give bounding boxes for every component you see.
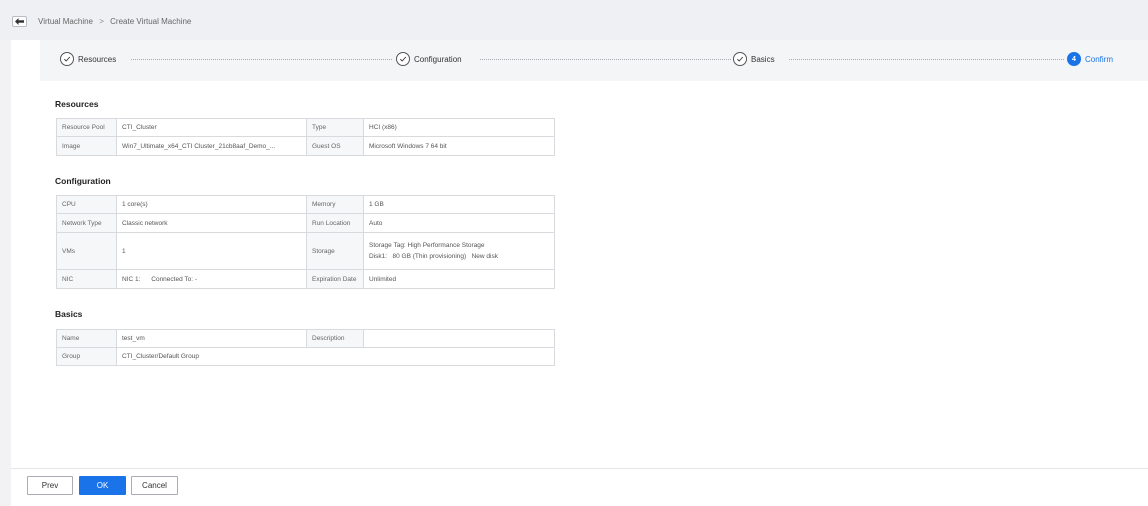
prev-button[interactable]: Prev [27,476,73,495]
footer-divider [11,468,1148,469]
image-label: Image [56,136,117,156]
step-label: Resources [78,54,117,64]
table-row: Image Win7_Ultimate_x64_CTI Cluster_21cb… [56,136,555,156]
run-location-value: Auto [363,213,555,233]
name-label: Name [56,329,117,348]
basics-table: Name test_vm Description Group CTI_Clust… [56,329,555,366]
table-row: Group CTI_Cluster/Default Group [56,347,555,366]
check-circle-icon [396,52,410,66]
back-button[interactable] [12,16,27,27]
table-row: VMs 1 Storage Storage Tag: High Performa… [56,232,555,270]
description-value [363,329,555,348]
run-location-label: Run Location [306,213,364,233]
table-row: Resource Pool CTI_Cluster Type HCI (x86) [56,118,555,137]
check-circle-icon [60,52,74,66]
group-value: CTI_Cluster/Default Group [116,347,555,366]
storage-value: Storage Tag: High Performance Storage Di… [363,232,555,270]
top-bar: Virtual Machine > Create Virtual Machine [0,0,1148,40]
description-label: Description [306,329,364,348]
step-label: Configuration [414,54,462,64]
table-row: NIC NIC 1: Connected To: - Expiration Da… [56,269,555,289]
check-circle-icon [733,52,747,66]
configuration-table: CPU 1 core(s) Memory 1 GB Network Type C… [56,195,555,289]
step-confirm: 4 Confirm [1067,52,1113,66]
vms-label: VMs [56,232,117,270]
step-label: Confirm [1085,54,1114,64]
arrow-left-icon [15,18,24,25]
step-basics: Basics [733,52,775,66]
table-row: CPU 1 core(s) Memory 1 GB [56,195,555,214]
nic-label: NIC [56,269,117,289]
guest-os-label: Guest OS [306,136,364,156]
memory-label: Memory [306,195,364,214]
type-value: HCI (x86) [363,118,555,137]
table-row: Network Type Classic network Run Locatio… [56,213,555,233]
wizard-steps: Resources Configuration Basics 4 Confirm [40,40,1148,81]
breadcrumb-parent[interactable]: Virtual Machine [38,17,93,26]
type-label: Type [306,118,364,137]
expiration-date-value: Unlimited [363,269,555,289]
resource-pool-value: CTI_Cluster [116,118,307,137]
step-connector [131,59,392,60]
group-label: Group [56,347,117,366]
resources-table: Resource Pool CTI_Cluster Type HCI (x86)… [56,118,555,156]
cancel-button[interactable]: Cancel [131,476,178,495]
vms-value: 1 [116,232,307,270]
section-title-basics: Basics [55,309,83,319]
step-label: Basics [751,54,775,64]
step-resources: Resources [60,52,116,66]
storage-tag: Storage Tag: High Performance Storage [369,242,485,249]
guest-os-value: Microsoft Windows 7 64 bit [363,136,555,156]
storage-disk: Disk1: 80 GB (Thin provisioning) New dis… [369,253,498,260]
breadcrumb: Virtual Machine > Create Virtual Machine [38,17,191,26]
resource-pool-label: Resource Pool [56,118,117,137]
main-content: Resources Configuration Basics 4 Confirm… [11,40,1148,506]
image-value: Win7_Ultimate_x64_CTI Cluster_21cb8aaf_D… [116,136,307,156]
nic-value: NIC 1: Connected To: - [116,269,307,289]
network-type-value: Classic network [116,213,307,233]
step-number-badge: 4 [1067,52,1081,66]
memory-value: 1 GB [363,195,555,214]
breadcrumb-current: Create Virtual Machine [110,17,192,26]
step-configuration: Configuration [396,52,462,66]
network-type-label: Network Type [56,213,117,233]
expiration-date-label: Expiration Date [306,269,364,289]
section-title-resources: Resources [55,99,99,109]
name-value: test_vm [116,329,307,348]
ok-button[interactable]: OK [79,476,126,495]
section-title-configuration: Configuration [55,176,111,186]
step-connector [480,59,731,60]
table-row: Name test_vm Description [56,329,555,348]
step-connector [789,59,1064,60]
cpu-label: CPU [56,195,117,214]
storage-label: Storage [306,232,364,270]
cpu-value: 1 core(s) [116,195,307,214]
breadcrumb-separator: > [99,17,104,26]
